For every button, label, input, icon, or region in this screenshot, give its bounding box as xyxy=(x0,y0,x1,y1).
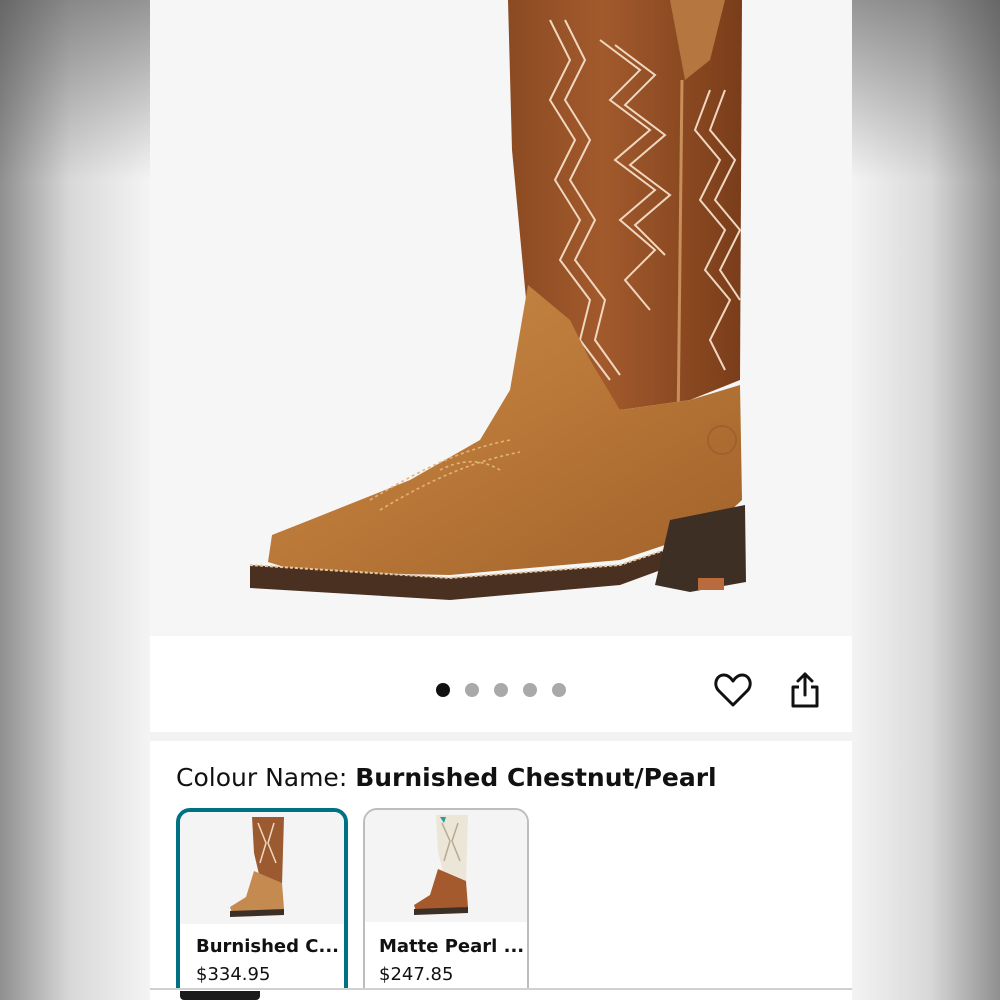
colour-selector: Colour Name: Burnished Chestnut/Pearl Bu… xyxy=(150,741,852,1000)
pagination-dot-4[interactable] xyxy=(523,683,537,697)
cowboy-boot-illustration xyxy=(249,0,746,600)
wishlist-button[interactable] xyxy=(711,668,755,712)
pagination-dot-1[interactable] xyxy=(436,683,450,697)
colour-thumbnail xyxy=(365,810,527,922)
colour-thumbnail xyxy=(180,812,344,924)
colour-option-name: Burnished C... xyxy=(196,936,340,957)
boot-thumbnail-icon xyxy=(230,817,284,917)
colour-option-price: $334.95 xyxy=(196,964,271,985)
boot-thumbnail-icon xyxy=(414,815,468,915)
colour-option-price: $247.85 xyxy=(379,964,454,985)
pagination-dot-2[interactable] xyxy=(465,683,479,697)
image-gallery xyxy=(150,0,852,732)
share-icon xyxy=(791,672,819,708)
selected-colour-name: Burnished Chestnut/Pearl xyxy=(355,763,717,792)
pagination-dot-3[interactable] xyxy=(494,683,508,697)
colour-name-label: Colour Name: Burnished Chestnut/Pearl xyxy=(176,763,717,792)
colour-option-matte-pearl[interactable]: Matte Pearl ... $247.85 xyxy=(363,808,529,1000)
share-button[interactable] xyxy=(783,668,827,712)
colour-option-burnished-chestnut[interactable]: Burnished C... $334.95 xyxy=(176,808,348,1000)
product-image[interactable] xyxy=(150,0,852,636)
product-page: Colour Name: Burnished Chestnut/Pearl Bu… xyxy=(150,0,852,1000)
bottom-tab-indicator xyxy=(180,991,260,1000)
heart-icon xyxy=(714,673,752,707)
image-pagination[interactable] xyxy=(436,683,566,697)
colour-option-name: Matte Pearl ... xyxy=(379,936,525,957)
colour-label-prefix: Colour Name: xyxy=(176,763,356,792)
pagination-dot-5[interactable] xyxy=(552,683,566,697)
